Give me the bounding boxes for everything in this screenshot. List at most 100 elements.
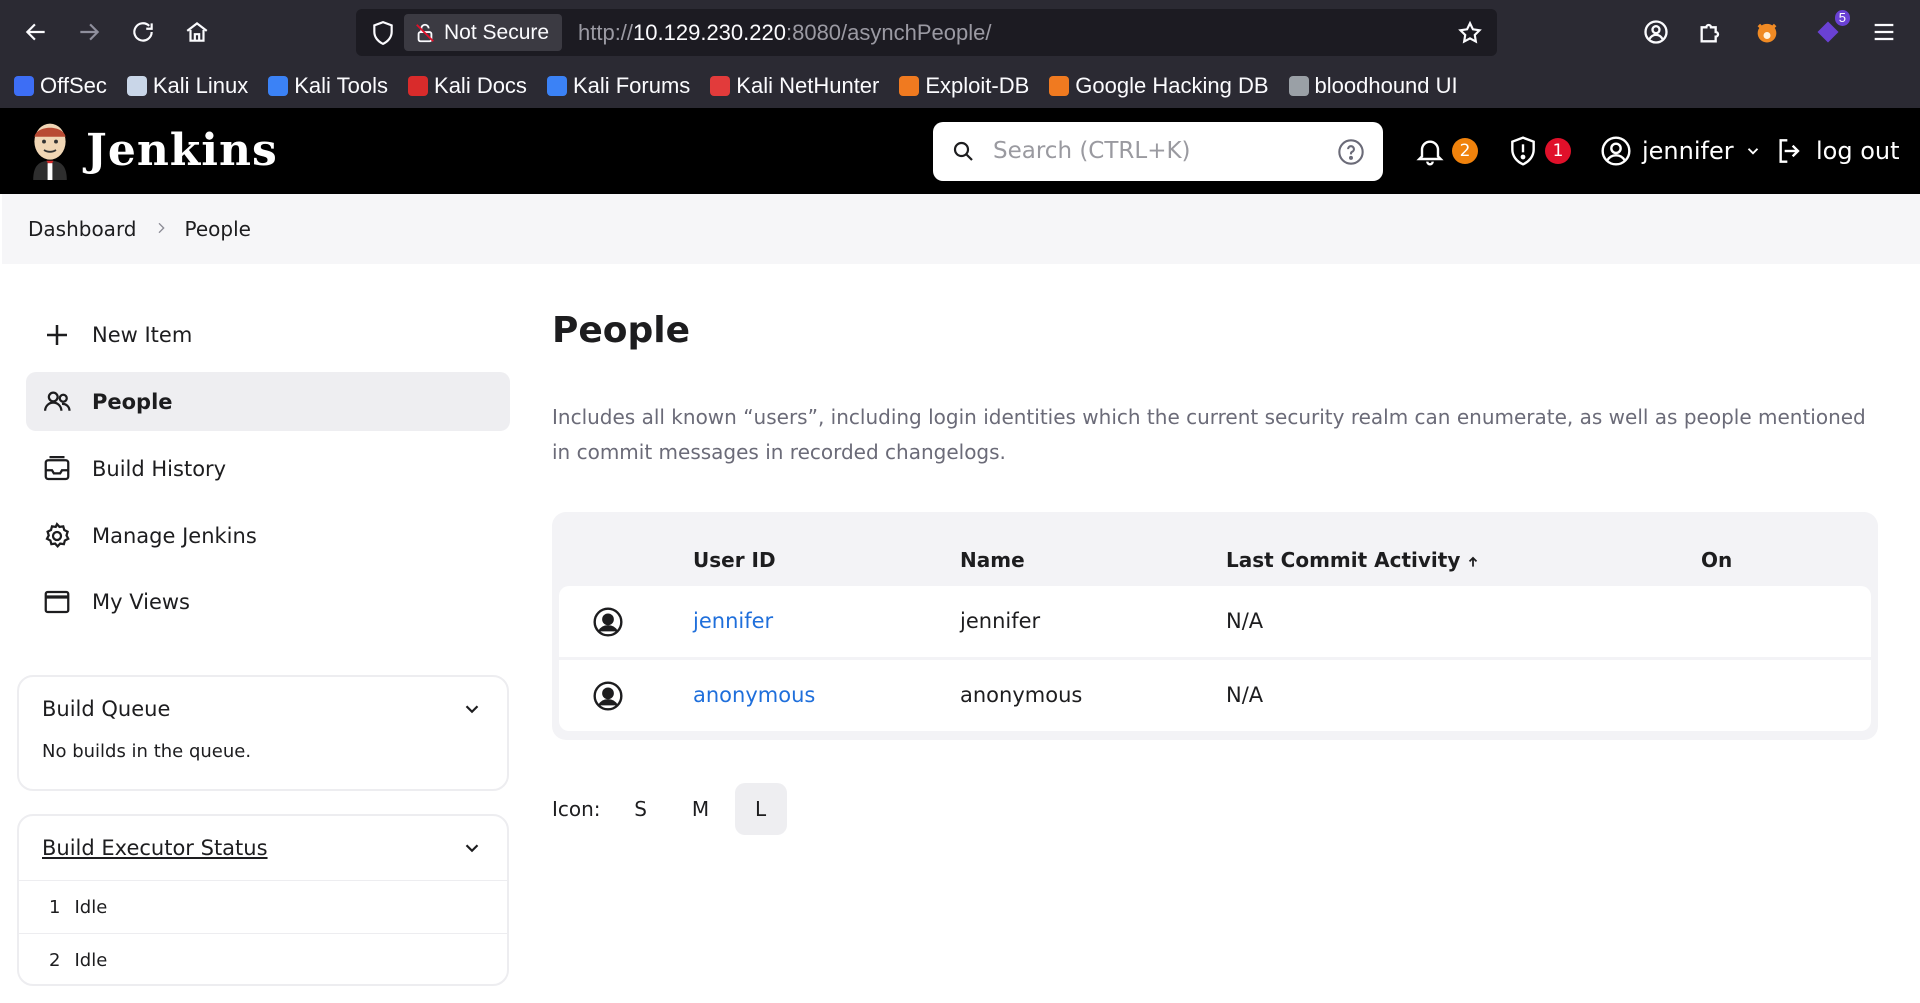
bookmarks-bar: OffSec Kali Linux Kali Tools Kali Docs Kali … bbox=[0, 66, 1920, 106]
not-secure-label: Not Secure bbox=[444, 20, 550, 44]
forward-button[interactable] bbox=[69, 12, 109, 52]
bookmark-exploit-db[interactable]: Exploit-DB bbox=[899, 73, 1029, 99]
back-button[interactable] bbox=[16, 12, 56, 52]
plus-icon bbox=[47, 324, 67, 345]
jenkins-logo-link[interactable]: Jenkins bbox=[26, 120, 278, 180]
logout-button[interactable]: log out bbox=[1774, 108, 1900, 194]
window-icon bbox=[44, 590, 70, 613]
icon-size-m-button[interactable]: M bbox=[675, 783, 727, 835]
chevron-down-icon[interactable] bbox=[461, 837, 483, 859]
executor-number: 1 bbox=[49, 896, 61, 918]
user-name-cell: jennifer bbox=[960, 609, 1041, 633]
fox-icon bbox=[1757, 23, 1777, 43]
url-text[interactable]: http://10.129.230.220:8080/asynchPeople/ bbox=[578, 20, 991, 46]
security-count-badge: 1 bbox=[1545, 138, 1571, 164]
sidebar-item-people[interactable]: People bbox=[26, 372, 510, 431]
search-box[interactable] bbox=[933, 122, 1383, 181]
url-host: 10.129.230.220 bbox=[633, 20, 786, 45]
help-icon[interactable] bbox=[1337, 138, 1365, 166]
reload-button[interactable] bbox=[123, 12, 163, 52]
bookmark-google-hacking-db[interactable]: Google Hacking DB bbox=[1049, 73, 1269, 99]
sidebar-item-label: Manage Jenkins bbox=[92, 523, 257, 548]
offsec-icon bbox=[14, 76, 34, 96]
user-id-link[interactable]: anonymous bbox=[693, 683, 815, 707]
bookmark-label: bloodhound UI bbox=[1314, 73, 1458, 98]
bell-icon bbox=[1416, 140, 1444, 166]
search-input[interactable] bbox=[993, 132, 1313, 170]
chevron-down-icon[interactable] bbox=[461, 698, 483, 720]
executor-row: 2 Idle bbox=[19, 933, 507, 986]
url-scheme: http:// bbox=[578, 20, 634, 45]
sidebar-item-label: People bbox=[92, 389, 173, 414]
bookmark-bloodhound-ui[interactable]: bloodhound UI bbox=[1288, 73, 1458, 99]
sidebar-item-build-history[interactable]: Build History bbox=[26, 439, 510, 498]
build-queue-header[interactable]: Build Queue bbox=[19, 677, 507, 741]
security-alerts-button[interactable]: 1 bbox=[1507, 108, 1571, 194]
sidebar-item-label: New Item bbox=[92, 322, 193, 347]
foxyproxy-button[interactable] bbox=[1749, 14, 1785, 50]
user-id-link[interactable]: jennifer bbox=[693, 609, 773, 633]
puzzle-icon bbox=[1700, 23, 1720, 43]
kali-forums-icon bbox=[546, 76, 567, 96]
breadcrumb-people[interactable]: People bbox=[185, 217, 251, 241]
chevron-down-icon bbox=[1747, 148, 1758, 155]
logout-icon bbox=[1779, 139, 1800, 163]
sidebar-item-label: Build History bbox=[92, 456, 227, 481]
sidebar-item-label: My Views bbox=[92, 589, 190, 614]
extension-button[interactable]: 5 bbox=[1810, 10, 1850, 50]
build-queue-card: Build Queue No builds in the queue. bbox=[17, 675, 509, 791]
bookmark-offsec[interactable]: OffSec bbox=[14, 73, 107, 99]
user-circle-icon bbox=[593, 607, 623, 637]
sidebar-item-my-views[interactable]: My Views bbox=[26, 572, 510, 631]
executor-state: Idle bbox=[74, 896, 108, 918]
extensions-button[interactable] bbox=[1693, 14, 1729, 50]
bookmark-label: Kali Tools bbox=[294, 73, 389, 98]
icon-size-selector: Icon: S M L bbox=[552, 782, 787, 836]
bookmark-kali-tools[interactable]: Kali Tools bbox=[268, 73, 388, 99]
search-icon bbox=[953, 141, 973, 161]
breadcrumb-dashboard[interactable]: Dashboard bbox=[28, 217, 137, 241]
tracking-shield-icon[interactable] bbox=[370, 20, 396, 46]
bookmark-kali-linux[interactable]: Kali Linux bbox=[126, 73, 249, 99]
bookmark-label: Kali NetHunter bbox=[736, 73, 880, 98]
breadcrumb: Dashboard People bbox=[2, 194, 1920, 264]
user-circle-icon bbox=[593, 681, 623, 711]
user-menu-button[interactable]: jennifer bbox=[1600, 108, 1762, 194]
bookmark-label: Kali Linux bbox=[152, 73, 249, 98]
bookmark-star-icon[interactable] bbox=[1457, 20, 1483, 46]
executor-number: 2 bbox=[49, 949, 61, 971]
bookmark-kali-nethunter[interactable]: Kali NetHunter bbox=[710, 73, 879, 99]
icon-size-l-button[interactable]: L bbox=[734, 783, 787, 835]
jenkins-butler-icon bbox=[33, 123, 67, 180]
column-header-user-id[interactable]: User ID bbox=[693, 548, 776, 572]
account-button[interactable] bbox=[1638, 14, 1674, 50]
executor-status-title-link[interactable]: Build Executor Status bbox=[42, 836, 268, 860]
logout-label: log out bbox=[1816, 137, 1900, 165]
notifications-button[interactable]: 2 bbox=[1414, 108, 1478, 194]
menu-button[interactable] bbox=[1866, 14, 1902, 50]
icon-size-s-button[interactable]: S bbox=[615, 783, 667, 835]
column-header-on[interactable]: On bbox=[1701, 548, 1732, 572]
browser-toolbar: Not Secure http://10.129.230.220:8080/as… bbox=[0, 0, 1920, 108]
home-button[interactable] bbox=[177, 12, 217, 52]
bookmark-kali-forums[interactable]: Kali Forums bbox=[546, 73, 691, 99]
broken-lock-icon bbox=[416, 23, 434, 42]
url-bar[interactable]: Not Secure http://10.129.230.220:8080/as… bbox=[356, 9, 1497, 56]
hamburger-menu-icon bbox=[1874, 23, 1894, 41]
icon-size-label: Icon: bbox=[552, 797, 601, 821]
bookmark-label: Kali Forums bbox=[572, 73, 691, 98]
logo-text: Jenkins bbox=[86, 124, 278, 176]
last-commit-cell: N/A bbox=[1226, 609, 1264, 633]
home-icon bbox=[186, 21, 208, 42]
table-row: anonymous anonymous N/A bbox=[559, 660, 1871, 731]
column-header-last-commit-activity[interactable]: Last Commit Activity bbox=[1226, 548, 1480, 572]
executor-row: 1 Idle bbox=[19, 880, 507, 933]
column-header-label: Last Commit Activity bbox=[1226, 548, 1461, 572]
last-commit-cell: N/A bbox=[1226, 683, 1264, 707]
bookmark-kali-docs[interactable]: Kali Docs bbox=[408, 73, 527, 99]
sidebar-item-manage-jenkins[interactable]: Manage Jenkins bbox=[26, 506, 510, 565]
not-secure-indicator[interactable]: Not Secure bbox=[404, 14, 562, 51]
exploit-db-icon bbox=[899, 76, 920, 96]
column-header-name[interactable]: Name bbox=[960, 548, 1025, 572]
sidebar-item-new-item[interactable]: New Item bbox=[26, 305, 510, 364]
